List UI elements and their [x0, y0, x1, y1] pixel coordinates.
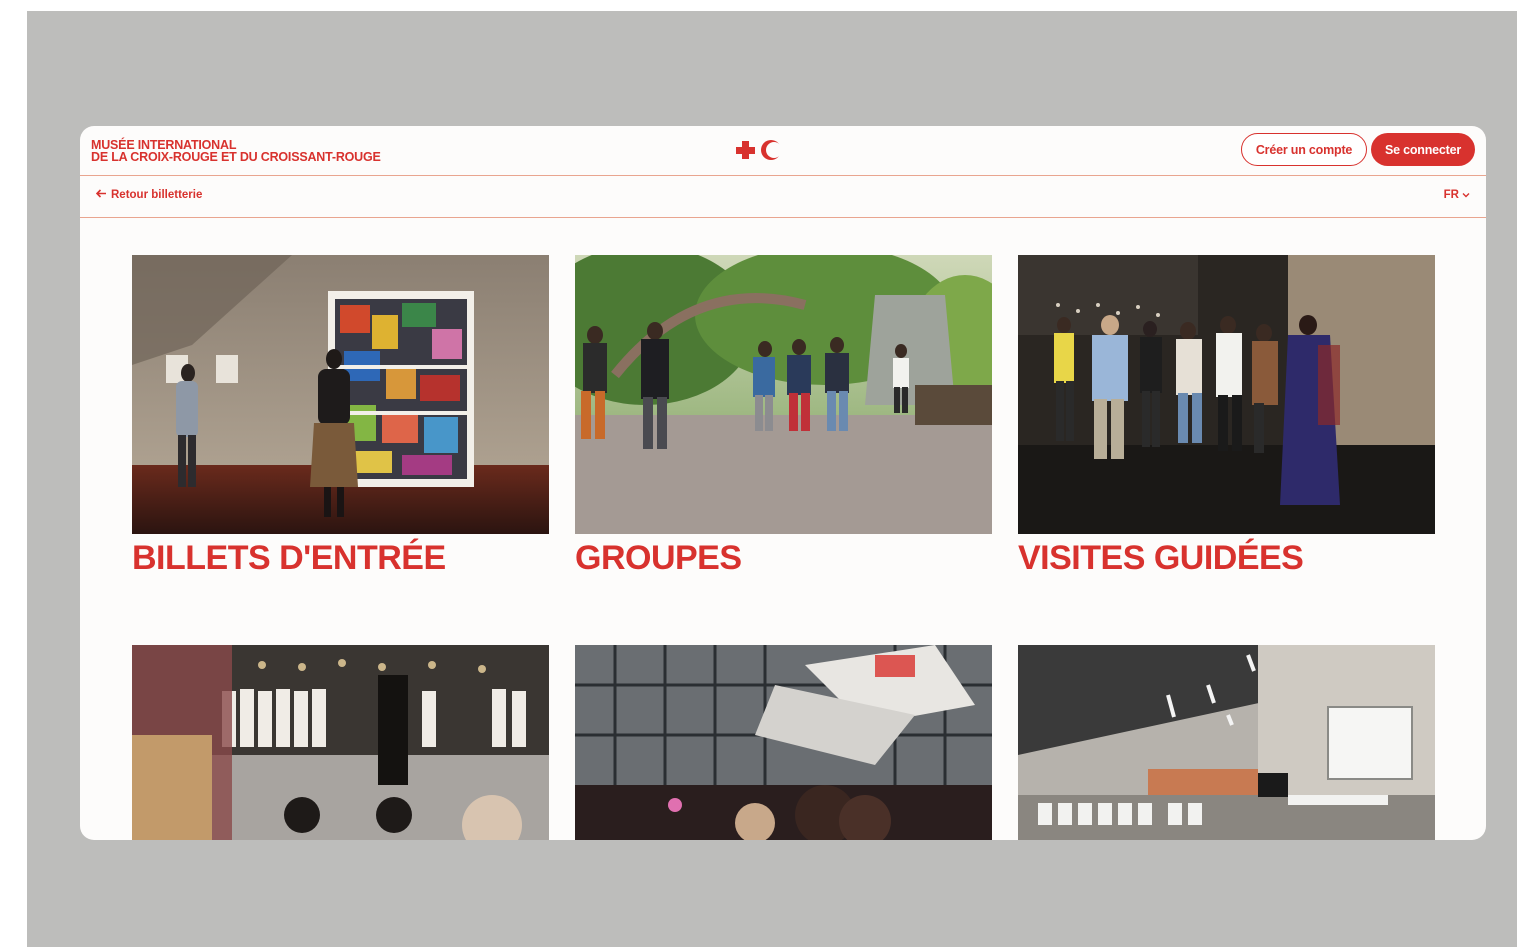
- back-link-label: Retour billetterie: [111, 189, 203, 201]
- site-header: MUSÉE INTERNATIONAL DE LA CROIX-ROUGE ET…: [80, 126, 1486, 176]
- card-photo: [132, 255, 549, 534]
- museum-name-line2: DE LA CROIX-ROUGE ET DU CROISSANT-ROUGE: [91, 150, 381, 164]
- card-groupes[interactable]: GROUPES: [575, 255, 992, 576]
- chevron-down-icon: [1462, 189, 1470, 201]
- browser-window: MUSÉE INTERNATIONAL DE LA CROIX-ROUGE ET…: [80, 126, 1486, 840]
- create-account-button[interactable]: Créer un compte: [1241, 133, 1367, 166]
- card-title: VISITES GUIDÉES: [1018, 539, 1304, 577]
- login-button[interactable]: Se connecter: [1371, 133, 1475, 166]
- card-photo: [575, 255, 992, 534]
- back-to-ticketing-link[interactable]: Retour billetterie: [95, 189, 203, 201]
- language-selector[interactable]: FR: [1444, 189, 1470, 201]
- card-photo: [575, 645, 992, 840]
- card-photo: [1018, 645, 1435, 840]
- card-5[interactable]: [575, 645, 992, 840]
- card-visites-guidees[interactable]: VISITES GUIDÉES: [1018, 255, 1435, 576]
- card-title: GROUPES: [575, 539, 742, 577]
- card-4[interactable]: [132, 645, 549, 840]
- arrow-left-icon: [95, 189, 107, 201]
- language-label: FR: [1443, 189, 1459, 201]
- red-cross-crescent-logo[interactable]: [734, 137, 786, 163]
- sub-navigation: Retour billetterie FR: [80, 176, 1486, 218]
- card-title: BILLETS D'ENTRÉE: [132, 539, 446, 577]
- card-billets-entree[interactable]: BILLETS D'ENTRÉE: [132, 255, 549, 576]
- museum-name[interactable]: MUSÉE INTERNATIONAL DE LA CROIX-ROUGE ET…: [91, 139, 381, 164]
- card-6[interactable]: [1018, 645, 1435, 840]
- card-photo: [132, 645, 549, 840]
- card-photo: [1018, 255, 1435, 534]
